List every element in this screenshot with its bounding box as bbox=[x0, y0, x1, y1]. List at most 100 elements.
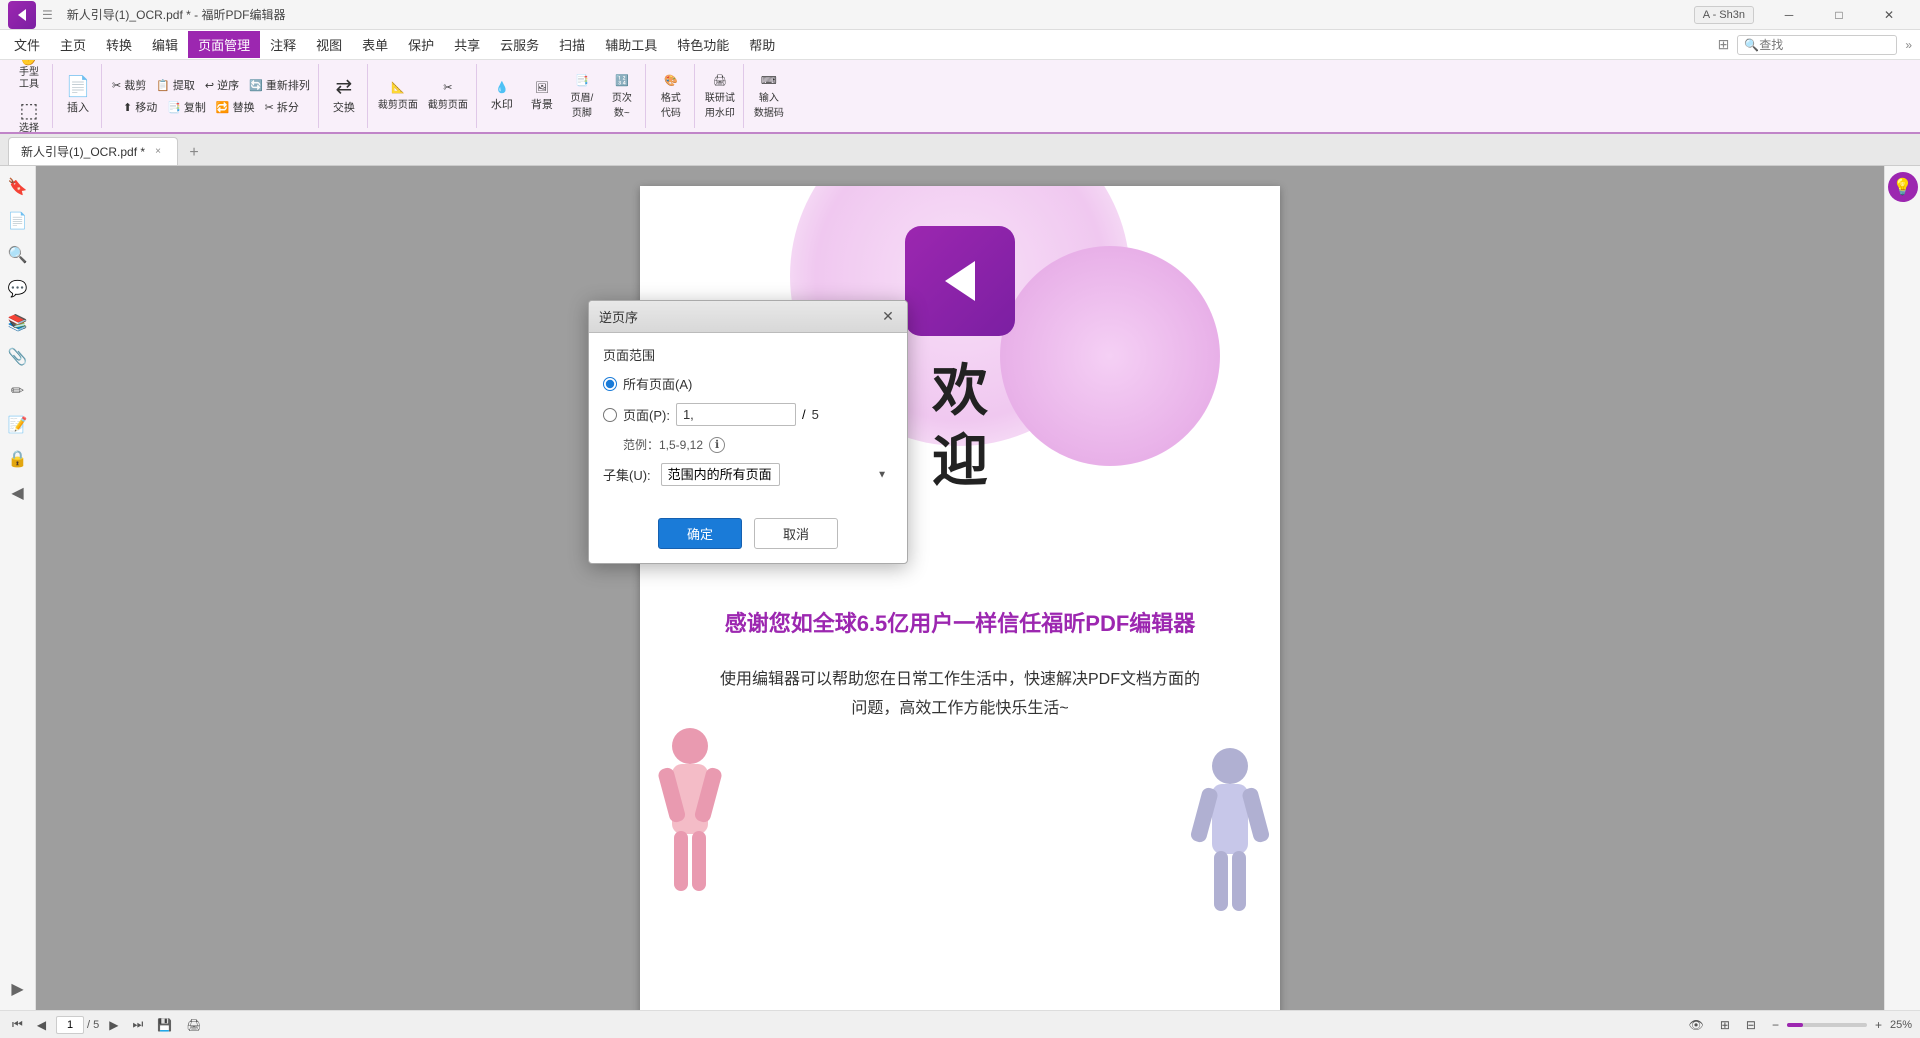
all-pages-label[interactable]: 所有页面(A) bbox=[623, 374, 692, 393]
page-input[interactable] bbox=[56, 1016, 84, 1034]
menu-cloud[interactable]: 云服务 bbox=[490, 31, 549, 58]
trial-watermark-button[interactable]: 🖨 联研试用水印 bbox=[701, 72, 739, 121]
trim-page-icon: 📐 bbox=[391, 81, 405, 94]
page-ops-row2: ⬆ 移动 📑 复制 🔁 替换 ✂ 拆分 bbox=[119, 97, 303, 117]
tab-pdf[interactable]: 新人引导(1)_OCR.pdf * × bbox=[8, 137, 178, 165]
view-single-button[interactable]: 👁 bbox=[1685, 1016, 1708, 1034]
zoom-out-button[interactable]: − bbox=[1768, 1016, 1783, 1034]
menu-assist[interactable]: 辅助工具 bbox=[595, 31, 667, 58]
layout-icon[interactable]: ⊞ bbox=[1714, 36, 1734, 53]
menu-icon[interactable]: ☰ bbox=[42, 8, 53, 22]
sidebar-bookmark-icon[interactable]: 🔖 bbox=[3, 172, 33, 202]
sidebar-search-icon[interactable]: 🔍 bbox=[3, 240, 33, 270]
input-data-group: ⌨ 输入数据码 bbox=[746, 64, 792, 128]
trim-page-button[interactable]: 📐 裁剪页面 bbox=[374, 79, 422, 113]
dialog-titlebar: 逆页序 ✕ bbox=[589, 301, 907, 333]
menu-comment[interactable]: 注释 bbox=[260, 31, 306, 58]
reverse-label: 逆序 bbox=[217, 77, 239, 93]
sidebar-layers-icon[interactable]: 📚 bbox=[3, 308, 33, 338]
copy-button[interactable]: 📑 复制 bbox=[163, 97, 210, 117]
print-button[interactable]: 🖨 bbox=[182, 1016, 205, 1034]
page-num-button[interactable]: 🔢 页次数~ bbox=[603, 72, 641, 121]
tab-close-button[interactable]: × bbox=[151, 145, 165, 159]
sidebar-security-icon[interactable]: 🔒 bbox=[3, 444, 33, 474]
page-range-input[interactable] bbox=[676, 403, 796, 426]
watermark-button[interactable]: 💧 水印 bbox=[483, 72, 521, 121]
replace-button[interactable]: 🔁 替换 bbox=[212, 97, 259, 117]
copy-label: 复制 bbox=[184, 99, 206, 115]
extract-label: 提取 bbox=[173, 77, 195, 93]
info-icon[interactable]: ℹ bbox=[709, 437, 725, 453]
menu-scan[interactable]: 扫描 bbox=[549, 31, 595, 58]
close-button[interactable]: ✕ bbox=[1866, 0, 1912, 30]
cancel-button[interactable]: 取消 bbox=[754, 518, 838, 549]
menu-share[interactable]: 共享 bbox=[444, 31, 490, 58]
sidebar-form-icon[interactable]: 📝 bbox=[3, 410, 33, 440]
move-button[interactable]: ⬆ 移动 bbox=[119, 97, 161, 117]
custom-pages-label[interactable]: 页面(P): bbox=[623, 405, 670, 424]
format-code-icon: 🎨 bbox=[664, 74, 678, 87]
expand-sidebar-button[interactable]: » bbox=[1901, 38, 1916, 52]
reverse-button[interactable]: ↩ 逆序 bbox=[201, 75, 243, 95]
add-tab-button[interactable]: + bbox=[182, 141, 206, 165]
header-footer-button[interactable]: 📑 页眉/页脚 bbox=[563, 72, 601, 121]
save-page-button[interactable]: 💾 bbox=[153, 1016, 176, 1034]
menu-home[interactable]: 主页 bbox=[50, 31, 96, 58]
input-data-button[interactable]: ⌨ 输入数据码 bbox=[750, 72, 788, 121]
copy-icon: 📑 bbox=[167, 101, 181, 114]
sidebar-expand-icon[interactable]: ▶ bbox=[3, 974, 33, 1004]
menu-form[interactable]: 表单 bbox=[352, 31, 398, 58]
sidebar-signature-icon[interactable]: ✏ bbox=[3, 376, 33, 406]
sidebar-attachment-icon[interactable]: 📎 bbox=[3, 342, 33, 372]
zoom-value: 25% bbox=[1890, 1019, 1912, 1031]
next-page-button[interactable]: ▶ bbox=[105, 1016, 122, 1034]
reorder-button[interactable]: 🔄 重新排列 bbox=[245, 75, 314, 95]
insert-button[interactable]: 📄 插入 bbox=[59, 69, 97, 123]
custom-pages-radio[interactable] bbox=[603, 408, 617, 422]
reverse-page-dialog: 逆页序 ✕ 页面范围 所有页面(A) 页面(P): / 5 范例：1,5-9,1… bbox=[588, 300, 908, 564]
crop-button[interactable]: ✂ 裁剪 bbox=[108, 75, 150, 95]
format-code-button[interactable]: 🎨 格式代码 bbox=[652, 72, 690, 121]
menu-file[interactable]: 文件 bbox=[4, 31, 50, 58]
all-pages-radio[interactable] bbox=[603, 377, 617, 391]
menu-feature[interactable]: 特色功能 bbox=[667, 31, 739, 58]
page-total-label: 5 bbox=[812, 407, 819, 422]
statusbar: ⏮ ◀ / 5 ▶ ⏭ 💾 🖨 👁 ⊞ ⊟ − + 25% bbox=[0, 1010, 1920, 1038]
prev-page-button[interactable]: ◀ bbox=[33, 1016, 50, 1034]
menu-page-manage[interactable]: 页面管理 bbox=[188, 31, 260, 58]
swap-icon: ⇄ bbox=[335, 77, 352, 97]
menu-convert[interactable]: 转换 bbox=[96, 31, 142, 58]
sidebar-nav-icon[interactable]: ◀ bbox=[3, 478, 33, 508]
confirm-button[interactable]: 确定 bbox=[658, 518, 742, 549]
search-box[interactable]: 🔍 bbox=[1737, 35, 1897, 55]
minimize-button[interactable]: ─ bbox=[1766, 0, 1812, 30]
content-area[interactable]: 欢 迎 bbox=[36, 166, 1884, 1010]
extract-button[interactable]: 📋 提取 bbox=[152, 75, 199, 95]
split-button[interactable]: ✂ 拆分 bbox=[261, 97, 303, 117]
smart-icon[interactable]: 💡 bbox=[1888, 172, 1918, 202]
select-tool-button[interactable]: ⬚ 选择工具 bbox=[10, 97, 48, 134]
hand-tool-button[interactable]: 🖐 手型工具 bbox=[10, 60, 48, 95]
menu-help[interactable]: 帮助 bbox=[739, 31, 785, 58]
cut-page-button[interactable]: ✂ 截剪页面 bbox=[424, 79, 472, 113]
zoom-in-button[interactable]: + bbox=[1871, 1016, 1886, 1034]
figure-left bbox=[650, 726, 730, 906]
statusbar-right: 👁 ⊞ ⊟ − + 25% bbox=[1685, 1016, 1912, 1034]
view-grid-button[interactable]: ⊟ bbox=[1742, 1016, 1760, 1034]
maximize-button[interactable]: □ bbox=[1816, 0, 1862, 30]
sidebar-comment-icon[interactable]: 💬 bbox=[3, 274, 33, 304]
swap-button[interactable]: ⇄ 交换 bbox=[325, 69, 363, 123]
search-input[interactable] bbox=[1759, 38, 1889, 52]
first-page-button[interactable]: ⏮ bbox=[8, 1015, 27, 1034]
menu-protect[interactable]: 保护 bbox=[398, 31, 444, 58]
menu-view[interactable]: 视图 bbox=[306, 31, 352, 58]
trim-group: 📐 裁剪页面 ✂ 截剪页面 bbox=[370, 64, 477, 128]
subset-select[interactable]: 范围内的所有页面 奇数页面 偶数页面 bbox=[661, 463, 780, 486]
background-button[interactable]: 🖼 背景 bbox=[523, 72, 561, 121]
view-double-button[interactable]: ⊞ bbox=[1716, 1016, 1734, 1034]
zoom-slider[interactable] bbox=[1787, 1023, 1867, 1027]
last-page-button[interactable]: ⏭ bbox=[128, 1015, 147, 1034]
dialog-close-button[interactable]: ✕ bbox=[879, 308, 897, 326]
sidebar-page-icon[interactable]: 📄 bbox=[3, 206, 33, 236]
menu-edit[interactable]: 编辑 bbox=[142, 31, 188, 58]
